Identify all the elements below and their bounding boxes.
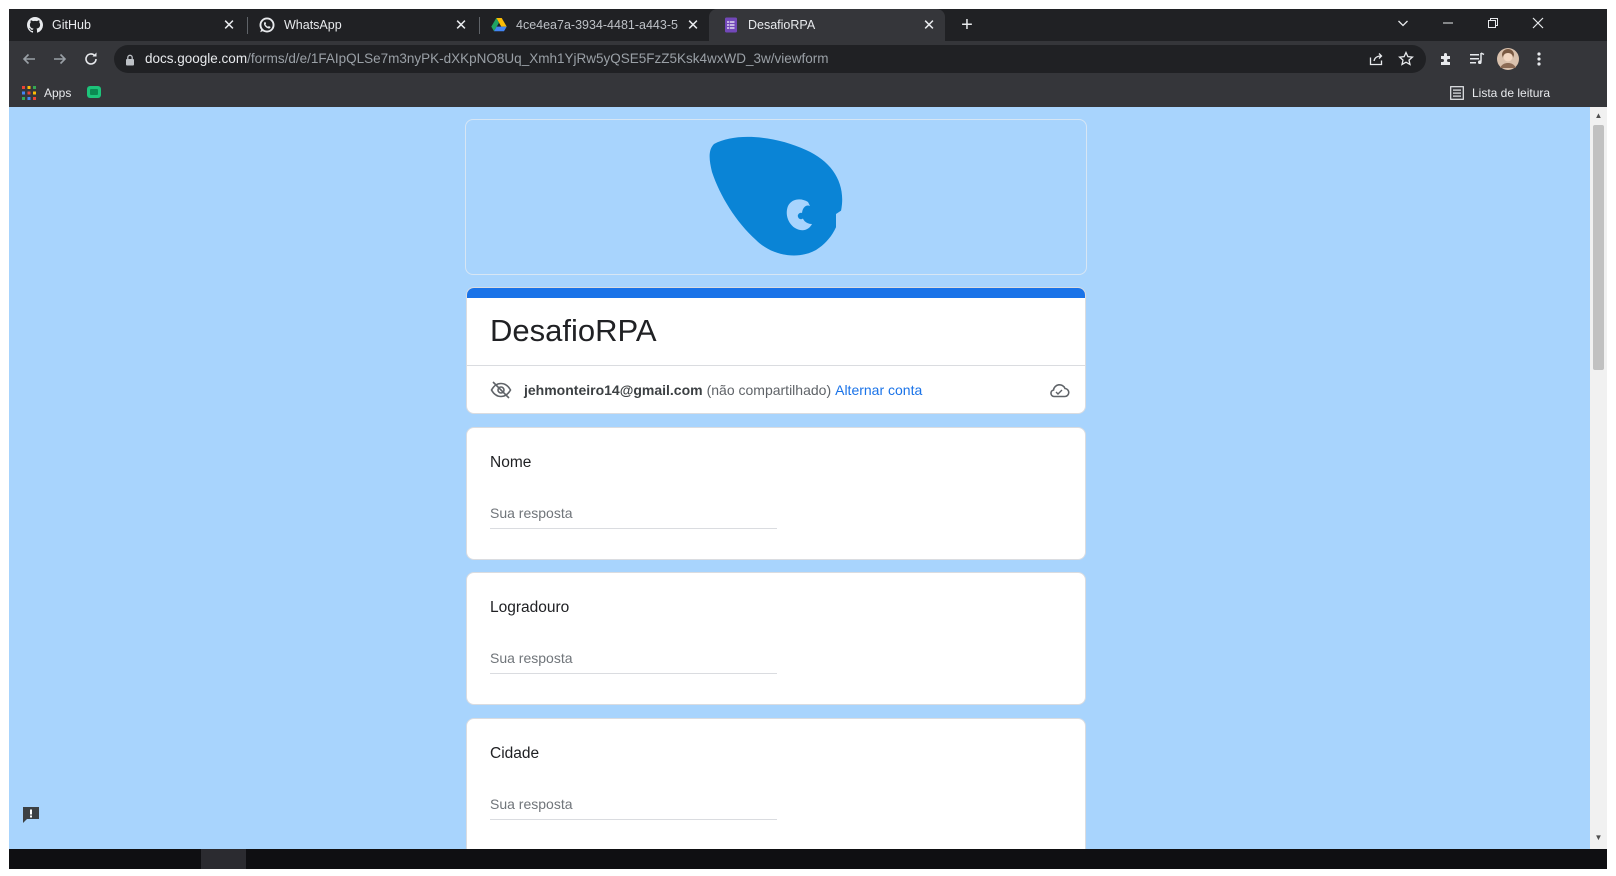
close-tab-icon[interactable]: ✕ <box>221 17 237 34</box>
close-tab-icon[interactable]: ✕ <box>921 17 937 34</box>
page-content: DesafioRPA jehmonteiro14@gmail.com (não … <box>9 107 1607 849</box>
minimize-button[interactable] <box>1426 9 1470 37</box>
google-drive-icon <box>491 17 507 33</box>
question-label: Logradouro <box>490 599 570 616</box>
form-title-card: DesafioRPA jehmonteiro14@gmail.com (não … <box>466 287 1086 414</box>
account-row: jehmonteiro14@gmail.com (não compartilha… <box>490 379 1070 401</box>
bookmark-apps[interactable]: Apps <box>22 83 71 103</box>
question-label: Nome <box>490 454 532 471</box>
switch-account-link[interactable]: Alternar conta <box>835 382 922 398</box>
form-accent-bar <box>467 288 1085 298</box>
tab-title: 4ce4ea7a-3934-4481-a443-5193 <box>516 18 679 32</box>
tab-search-chevron-icon[interactable] <box>1381 9 1425 37</box>
cloud-save-icon <box>1048 382 1070 398</box>
tab-strip: GitHub ✕ WhatsApp ✕ 4ce4ea7a-3934-4481-a… <box>9 9 1607 41</box>
forward-arrow-icon <box>54 53 67 65</box>
bookmark-shortcut[interactable] <box>86 83 102 103</box>
media-control-icon[interactable] <box>1465 47 1489 71</box>
tab-title: DesafioRPA <box>748 18 816 32</box>
tab-github[interactable]: GitHub ✕ <box>13 9 245 41</box>
bookmark-star-icon[interactable] <box>1394 47 1418 71</box>
address-bar[interactable]: docs.google.com/forms/d/e/1FAIpQLSe7m3ny… <box>114 45 1426 73</box>
divider <box>467 365 1085 366</box>
url-host: docs.google.com <box>145 51 248 66</box>
green-bookmark-icon <box>86 84 102 103</box>
reload-icon <box>85 52 97 65</box>
apps-grid-icon <box>22 86 36 100</box>
forward-button[interactable] <box>48 47 72 71</box>
profile-avatar[interactable] <box>1496 47 1520 71</box>
not-shared-eye-off-icon <box>490 381 512 399</box>
feedback-button[interactable] <box>21 805 41 825</box>
account-share-note: (não compartilhado) <box>706 382 832 398</box>
form-title: DesafioRPA <box>490 313 657 348</box>
scroll-up-arrow-icon[interactable]: ▲ <box>1594 111 1603 120</box>
share-icon[interactable] <box>1364 47 1388 71</box>
logo-image <box>709 136 843 256</box>
question-label: Cidade <box>490 745 540 762</box>
bookmarks-bar: Apps Lista de leitura <box>9 78 1607 107</box>
answer-input-cidade[interactable]: Sua resposta <box>490 796 777 820</box>
question-card-cidade: Cidade Sua resposta <box>466 718 1086 849</box>
close-window-button[interactable] <box>1516 9 1560 37</box>
back-arrow-icon <box>22 53 35 65</box>
google-forms-icon <box>723 17 739 33</box>
screen: GitHub ✕ WhatsApp ✕ 4ce4ea7a-3934-4481-a… <box>0 0 1616 876</box>
taskbar-item[interactable] <box>201 849 246 869</box>
account-email: jehmonteiro14@gmail.com <box>524 382 703 398</box>
new-tab-button[interactable]: + <box>957 14 977 36</box>
browser-menu-icon[interactable] <box>1527 47 1551 71</box>
restore-button[interactable] <box>1471 9 1515 37</box>
tab-title: GitHub <box>52 18 91 32</box>
extensions-puzzle-icon[interactable] <box>1434 47 1458 71</box>
page-scrollbar[interactable]: ▲ ▼ <box>1590 107 1607 849</box>
os-taskbar <box>9 849 1607 869</box>
tab-whatsapp[interactable]: WhatsApp ✕ <box>245 9 477 41</box>
url-path: /forms/d/e/1FAIpQLSe7m3nyPK-dXKpNO8Uq_Xm… <box>247 51 829 66</box>
answer-input-logradouro[interactable]: Sua resposta <box>490 650 777 674</box>
scrollbar-thumb[interactable] <box>1593 125 1604 370</box>
browser-toolbar: docs.google.com/forms/d/e/1FAIpQLSe7m3ny… <box>9 41 1607 78</box>
feedback-icon <box>23 807 39 823</box>
reading-list-button[interactable]: Lista de leitura <box>1450 83 1550 103</box>
github-icon <box>27 17 43 33</box>
url-text: docs.google.com/forms/d/e/1FAIpQLSe7m3ny… <box>145 51 829 66</box>
answer-input-nome[interactable]: Sua resposta <box>490 505 777 529</box>
scroll-down-arrow-icon[interactable]: ▼ <box>1594 833 1603 842</box>
close-tab-icon[interactable]: ✕ <box>685 17 701 34</box>
reload-button[interactable] <box>79 47 103 71</box>
tab-google-drive-file[interactable]: 4ce4ea7a-3934-4481-a443-5193 ✕ <box>477 9 709 41</box>
question-card-nome: Nome Sua resposta <box>466 427 1086 560</box>
form-header-image <box>465 119 1087 275</box>
reading-list-icon <box>1450 86 1464 100</box>
tab-desafiorpa[interactable]: DesafioRPA ✕ <box>709 9 945 41</box>
close-tab-icon[interactable]: ✕ <box>453 17 469 34</box>
browser-window: GitHub ✕ WhatsApp ✕ 4ce4ea7a-3934-4481-a… <box>9 9 1607 869</box>
reading-list-label: Lista de leitura <box>1472 86 1551 100</box>
lock-icon[interactable] <box>125 53 135 71</box>
question-card-logradouro: Logradouro Sua resposta <box>466 572 1086 705</box>
apps-label: Apps <box>44 86 72 100</box>
tab-title: WhatsApp <box>284 18 342 32</box>
whatsapp-icon <box>259 17 275 33</box>
back-button[interactable] <box>17 47 41 71</box>
